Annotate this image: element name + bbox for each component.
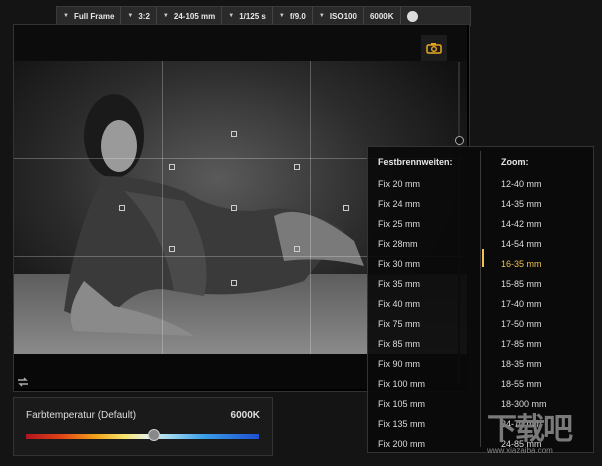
lens-option[interactable]: Fix 200 mm xyxy=(378,434,453,454)
lens-option[interactable]: Fix 135 mm xyxy=(378,414,453,434)
viewer-header xyxy=(14,25,467,61)
temperature-label: Farbtemperatur (Default) xyxy=(26,410,137,421)
focus-point[interactable] xyxy=(169,164,175,170)
focus-point[interactable] xyxy=(343,205,349,211)
lens-dropdown[interactable]: ▼ 24-105 mm xyxy=(157,7,223,25)
temperature-value: 6000K xyxy=(230,410,260,421)
lens-option[interactable]: Fix 24 mm xyxy=(378,194,453,214)
lens-option[interactable]: 14-54 mm xyxy=(501,234,547,254)
lens-icon[interactable] xyxy=(401,7,424,25)
swap-button[interactable] xyxy=(17,374,29,392)
chevron-down-icon: ▼ xyxy=(63,13,69,19)
lens-option[interactable]: 15-85 mm xyxy=(501,274,547,294)
focus-point[interactable] xyxy=(231,131,237,137)
lens-option[interactable]: Fix 25 mm xyxy=(378,214,453,234)
setting-value: Full Frame xyxy=(73,11,115,21)
model-figure-image xyxy=(64,94,364,336)
aperture-dropdown[interactable]: ▼ f/9.0 xyxy=(273,7,313,25)
camera-icon xyxy=(426,43,442,54)
column-divider xyxy=(480,151,481,447)
scrollbar-knob[interactable] xyxy=(455,136,464,145)
focus-point[interactable] xyxy=(294,246,300,252)
white-balance-panel: Farbtemperatur (Default) 6000K xyxy=(13,397,273,456)
zoom-lens-header: Zoom: xyxy=(501,157,529,167)
watermark-url: www.xiazaiba.com xyxy=(487,446,553,455)
white-balance-dropdown[interactable]: 6000K xyxy=(364,7,401,25)
lens-option[interactable]: Fix 90 mm xyxy=(378,354,453,374)
lens-option[interactable]: 16-35 mm xyxy=(501,254,547,274)
chevron-down-icon: ▼ xyxy=(228,13,235,19)
lens-option[interactable]: Fix 40 mm xyxy=(378,294,453,314)
lens-option[interactable]: 12-40 mm xyxy=(501,174,547,194)
shutter-speed-dropdown[interactable]: ▼ 1/125 s xyxy=(222,7,273,25)
camera-settings-bar: ▼ Full Frame ▼ 3:2 ▼ 24-105 mm ▼ 1/125 s ▼ f/9.0 ▼… xyxy=(56,6,471,26)
lens-dropdown-menu: Festbrennweiten: Fix 20 mm Fix 24 mm Fix 2… xyxy=(367,146,594,453)
selection-marker xyxy=(482,249,484,267)
sensor-format-dropdown[interactable]: ▼ Full Frame xyxy=(57,7,122,25)
watermark-logo: 下载吧 xyxy=(487,413,573,446)
focus-point[interactable] xyxy=(294,164,300,170)
lens-option[interactable]: Fix 105 mm xyxy=(378,394,453,414)
chevron-down-icon: ▼ xyxy=(127,13,134,19)
setting-value: f/9.0 xyxy=(289,11,306,21)
lens-option[interactable]: 18-35 mm xyxy=(501,354,547,374)
focus-point[interactable] xyxy=(231,280,237,286)
watermark: 下载吧 www.xiazaiba.com xyxy=(487,412,597,462)
lens-option[interactable]: Fix 30 mm xyxy=(378,254,453,274)
lens-option[interactable]: Fix 100 mm xyxy=(378,374,453,394)
lens-option[interactable]: Fix 28mm xyxy=(378,234,453,254)
lens-option[interactable]: 17-85 mm xyxy=(501,334,547,354)
setting-value: ISO100 xyxy=(329,11,357,21)
temperature-slider-thumb[interactable] xyxy=(148,429,161,441)
lens-option[interactable]: 14-42 mm xyxy=(501,214,547,234)
aspect-ratio-dropdown[interactable]: ▼ 3:2 xyxy=(121,7,157,25)
setting-value: 3:2 xyxy=(138,11,150,21)
lens-option[interactable]: Fix 20 mm xyxy=(378,174,453,194)
fixed-lens-column: Festbrennweiten: Fix 20 mm Fix 24 mm Fix 2… xyxy=(378,147,453,454)
lens-option[interactable]: 17-40 mm xyxy=(501,294,547,314)
focus-point[interactable] xyxy=(231,205,237,211)
iso-dropdown[interactable]: ▼ ISO100 xyxy=(313,7,364,25)
setting-value: 6000K xyxy=(369,11,394,21)
fixed-lens-header: Festbrennweiten: xyxy=(378,157,453,167)
lens-option[interactable]: Fix 75 mm xyxy=(378,314,453,334)
lens-option[interactable]: Fix 35 mm xyxy=(378,274,453,294)
lens-option[interactable]: 14-35 mm xyxy=(501,194,547,214)
camera-mode-button-active[interactable] xyxy=(421,35,447,61)
chevron-down-icon: ▼ xyxy=(278,13,285,19)
chevron-down-icon: ▼ xyxy=(162,13,169,19)
focus-point[interactable] xyxy=(119,205,125,211)
focus-point[interactable] xyxy=(169,246,175,252)
temperature-slider-track[interactable] xyxy=(26,434,259,439)
lens-option[interactable]: 18-300 mm xyxy=(501,394,547,414)
lens-option[interactable]: Fix 85 mm xyxy=(378,334,453,354)
setting-value: 24-105 mm xyxy=(173,11,216,21)
chevron-down-icon: ▼ xyxy=(318,13,325,19)
lens-option[interactable]: 17-50 mm xyxy=(501,314,547,334)
zoom-lens-column: Zoom: 12-40 mm 14-35 mm 14-42 mm 14-54 mm 16… xyxy=(501,147,547,454)
lens-option[interactable]: 18-55 mm xyxy=(501,374,547,394)
swap-icon xyxy=(18,377,28,387)
setting-value: 1/125 s xyxy=(239,11,266,21)
